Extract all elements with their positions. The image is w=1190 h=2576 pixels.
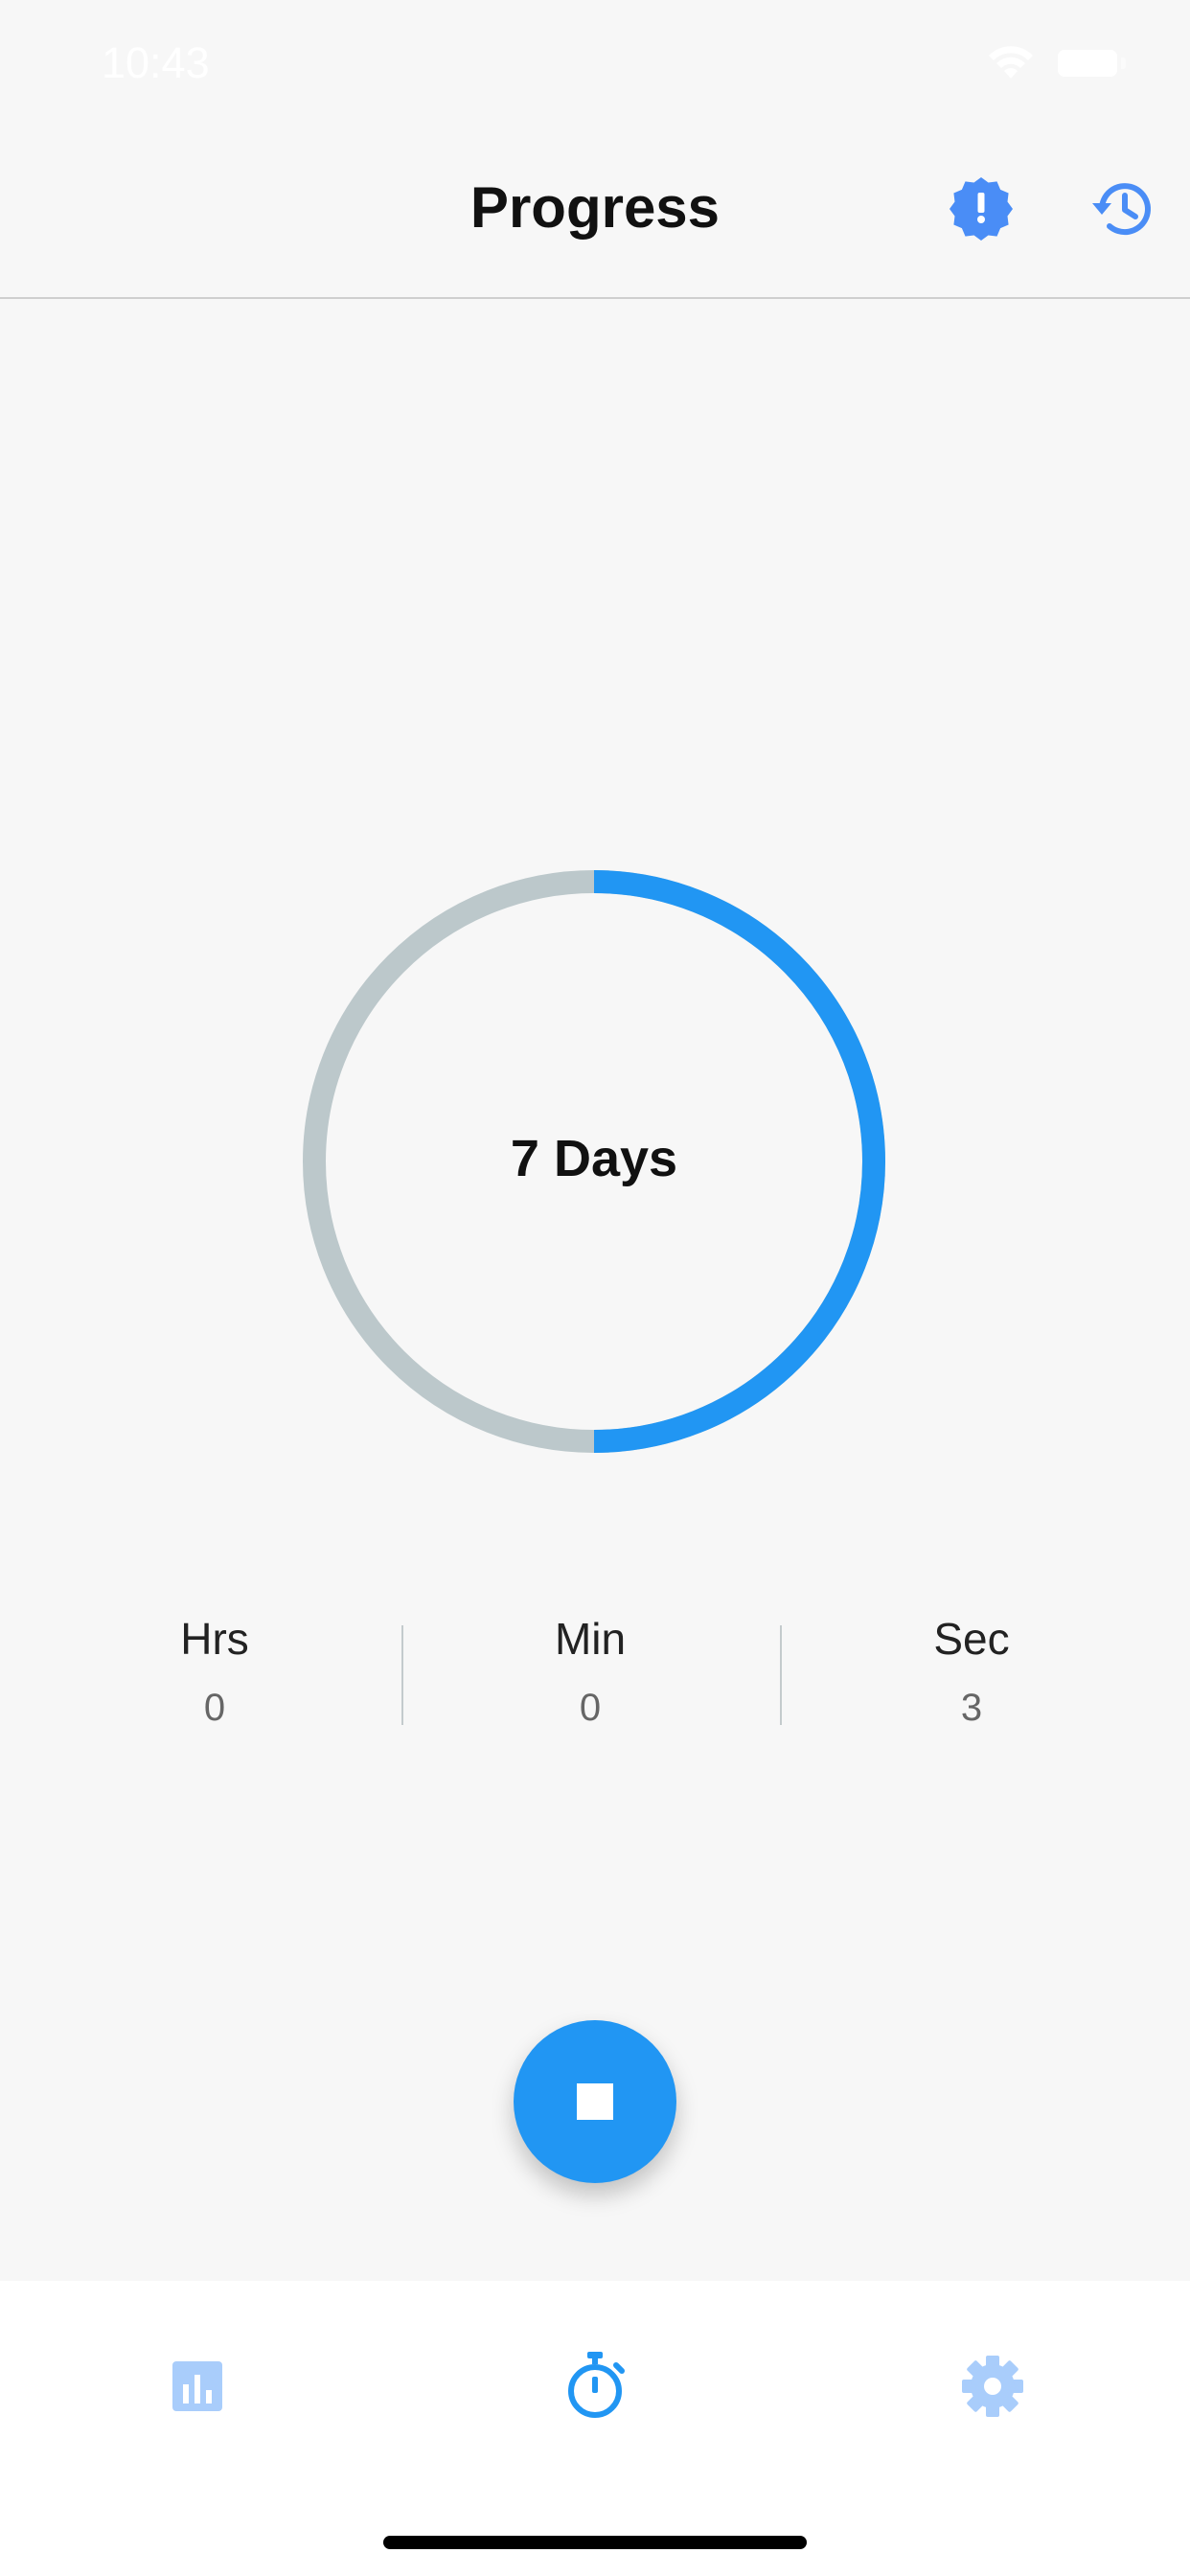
stat-hours: Hrs 0 [71, 1610, 358, 1736]
stat-divider [780, 1625, 782, 1725]
nav-bar: Progress [0, 126, 1190, 299]
stop-button[interactable] [514, 2020, 676, 2183]
stat-minutes: Min 0 [446, 1610, 734, 1736]
stop-icon [577, 2083, 613, 2120]
battery-tip [1121, 58, 1126, 69]
status-time: 10:43 [102, 38, 210, 87]
bar-chart-icon[interactable] [159, 2348, 236, 2425]
stat-seconds-label: Sec [933, 1614, 1010, 1664]
stat-divider [401, 1625, 403, 1725]
status-bar: 10:43 [0, 0, 1190, 126]
progress-label: 7 Days [510, 1130, 678, 1187]
stat-hours-value: 0 [203, 1687, 226, 1729]
wifi-icon [989, 46, 1033, 79]
gear-icon[interactable] [954, 2348, 1031, 2425]
home-indicator [383, 2536, 807, 2549]
alert-badge-icon[interactable] [947, 174, 1016, 243]
timer-stats: Hrs 0 Min 0 Sec 3 [0, 1610, 1190, 1744]
tab-bar [0, 2281, 1190, 2576]
app-screen: 10:43 Progress 7 Days Hrs 0 Min 0 Sec 3 [0, 0, 1190, 2576]
stat-hours-label: Hrs [180, 1614, 249, 1664]
stat-seconds-value: 3 [960, 1687, 983, 1729]
stopwatch-icon[interactable] [557, 2348, 633, 2425]
battery-icon [1058, 50, 1117, 77]
stat-minutes-label: Min [554, 1614, 627, 1664]
stat-seconds: Sec 3 [828, 1610, 1115, 1736]
stat-minutes-value: 0 [579, 1687, 602, 1729]
history-icon[interactable] [1088, 174, 1157, 243]
